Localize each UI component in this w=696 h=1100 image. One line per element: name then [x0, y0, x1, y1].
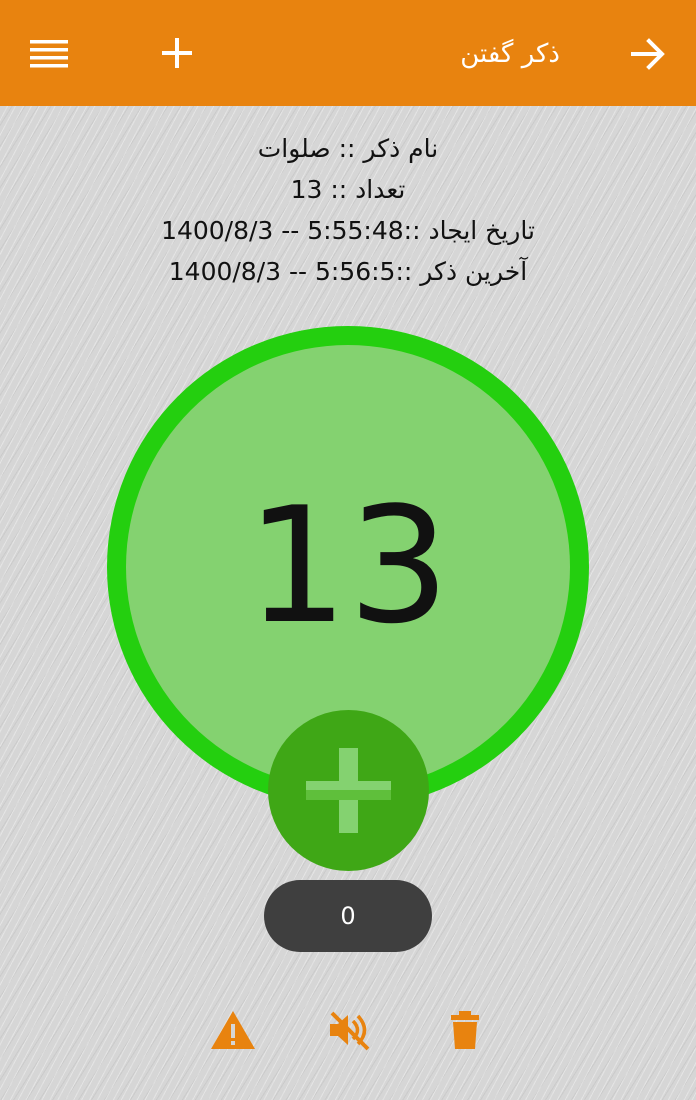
- page-title: ذکر گفتن: [460, 39, 560, 69]
- last-dhikr-line: آخرین ذکر ::1400/8/3 -- 5:56:5: [0, 251, 696, 292]
- increment-button[interactable]: [268, 710, 429, 871]
- add-dhikr-button[interactable]: [160, 36, 194, 70]
- dhikr-name-value: صلوات: [257, 134, 331, 163]
- counter-value: 13: [246, 472, 450, 659]
- dhikr-name-line: نام ذکر :: صلوات: [0, 128, 696, 169]
- session-count-button[interactable]: 0: [264, 880, 432, 952]
- created-date-label: تاریخ ایجاد ::: [403, 216, 535, 245]
- back-button[interactable]: [630, 36, 666, 72]
- plus-icon: [162, 38, 192, 68]
- last-dhikr-value: 1400/8/3 -- 5:56:5: [168, 257, 396, 286]
- arrow-right-icon: [631, 38, 665, 70]
- dhikr-count-value: 13: [290, 175, 323, 204]
- last-dhikr-label: آخرین ذکر ::: [395, 257, 528, 286]
- mute-button[interactable]: [324, 1005, 374, 1055]
- delete-button[interactable]: [440, 1005, 490, 1055]
- dhikr-count-label: تعداد ::: [322, 175, 406, 204]
- report-button[interactable]: [208, 1005, 258, 1055]
- dhikr-info: نام ذکر :: صلوات تعداد :: 13 تاریخ ایجاد…: [0, 128, 696, 292]
- menu-icon: [30, 40, 68, 68]
- app-bar: ذکر گفتن: [0, 0, 696, 106]
- menu-button[interactable]: [30, 38, 68, 70]
- plus-icon: [306, 748, 391, 833]
- trash-icon: [451, 1011, 479, 1049]
- volume-mute-icon: [330, 1011, 370, 1051]
- created-date-line: تاریخ ایجاد ::1400/8/3 -- 5:55:48: [0, 210, 696, 251]
- dhikr-count-line: تعداد :: 13: [0, 169, 696, 210]
- warning-icon: [211, 1011, 255, 1049]
- dhikr-name-label: نام ذکر ::: [330, 134, 439, 163]
- created-date-value: 1400/8/3 -- 5:55:48: [161, 216, 404, 245]
- bottom-toolbar: [0, 1005, 696, 1061]
